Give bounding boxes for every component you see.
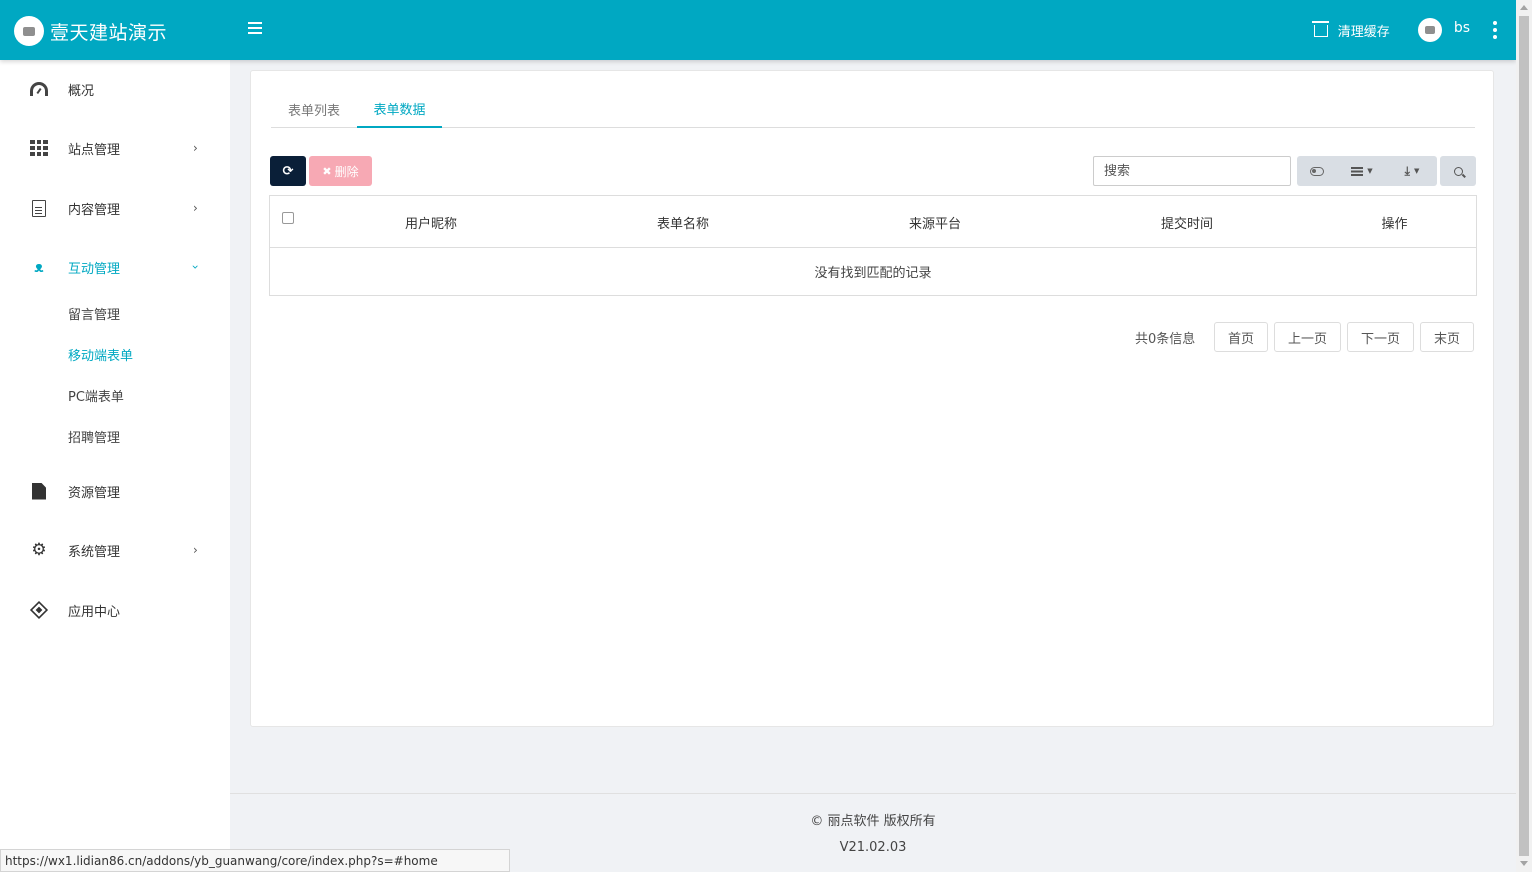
copyright: © 丽点软件 版权所有: [810, 814, 936, 829]
clear-cache-button[interactable]: 清理缓存: [1311, 21, 1390, 40]
status-url: https://wx1.lidian86.cn/addons/yb_guanwa…: [0, 849, 510, 872]
sidebar-item-site[interactable]: 站点管理 ›: [0, 128, 230, 168]
sidebar-item-apps[interactable]: 应用中心: [0, 590, 230, 630]
handshake-icon: ᴥ: [34, 258, 44, 276]
scroll-thumb[interactable]: [1519, 16, 1529, 856]
chevron-right-icon: ›: [193, 543, 198, 557]
last-page-button[interactable]: 末页: [1420, 322, 1474, 352]
sidebar-item-system[interactable]: ⚙ 系统管理 ›: [0, 530, 230, 570]
basket-icon: [1311, 21, 1329, 37]
next-page-button[interactable]: 下一页: [1347, 322, 1414, 352]
gear-icon: ⚙: [31, 539, 47, 560]
sidebar-item-resources[interactable]: 资源管理: [0, 471, 230, 511]
file-icon: [30, 482, 48, 500]
delete-button[interactable]: ✖ 删除: [309, 156, 372, 186]
first-page-button[interactable]: 首页: [1214, 322, 1268, 352]
search-input[interactable]: [1093, 156, 1291, 186]
export-dropdown-button[interactable]: ⤓ ▼: [1387, 156, 1437, 186]
sidebar-subitem-pc-form[interactable]: PC端表单: [68, 384, 124, 406]
brand[interactable]: 壹天建站演示: [14, 16, 167, 46]
column-header[interactable]: 用户昵称: [305, 196, 557, 248]
refresh-icon: ⟳: [282, 163, 294, 179]
close-icon: ✖: [322, 164, 332, 178]
total-count: 共0条信息: [1135, 331, 1196, 347]
chevron-down-icon: ›: [188, 264, 203, 270]
refresh-button[interactable]: ⟳: [270, 156, 306, 186]
brand-logo: [14, 16, 44, 46]
scroll-up-icon[interactable]: [1520, 5, 1528, 10]
data-table: 用户昵称 表单名称 来源平台 提交时间 操作 没有找到匹配的记录: [269, 195, 1477, 296]
column-header[interactable]: 表单名称: [557, 196, 809, 248]
caret-down-icon: ▼: [1413, 167, 1420, 175]
sidebar-item-interaction[interactable]: ᴥ 互动管理 ›: [0, 247, 230, 287]
cube-icon: [29, 600, 49, 620]
tab-form-list[interactable]: 表单列表: [271, 91, 357, 128]
sidebar-item-overview[interactable]: 概况: [0, 69, 230, 109]
columns-dropdown-button[interactable]: ▼: [1337, 156, 1387, 186]
select-all-checkbox[interactable]: [282, 212, 294, 224]
download-icon: ⤓: [1404, 163, 1410, 178]
tab-form-data[interactable]: 表单数据: [357, 91, 442, 128]
sidebar-item-label: 概况: [68, 83, 95, 99]
search-icon: [1453, 166, 1463, 176]
user-name[interactable]: bs: [1454, 20, 1470, 36]
delete-label: 删除: [334, 164, 359, 179]
top-header: 壹天建站演示 清理缓存 bs: [0, 0, 1516, 60]
caret-down-icon: ▼: [1367, 167, 1373, 175]
grid-icon: [30, 139, 48, 157]
toggle-view-button[interactable]: [1297, 156, 1337, 186]
table-tools: ▼ ⤓ ▼: [1297, 156, 1437, 186]
toggle-icon: [1310, 166, 1324, 176]
chevron-right-icon: ›: [193, 141, 198, 155]
main-card: 表单列表 表单数据 ⟳ ✖ 删除 ▼ ⤓▼ 用户昵称 表单名称 来源平台 提交时…: [250, 70, 1494, 727]
prev-page-button[interactable]: 上一页: [1274, 322, 1341, 352]
chevron-right-icon: ›: [193, 201, 198, 215]
clear-cache-label: 清理缓存: [1337, 24, 1390, 40]
document-icon: [30, 199, 48, 217]
column-header: 操作: [1381, 216, 1408, 232]
sidebar-item-label: 互动管理: [68, 261, 121, 277]
column-header[interactable]: 来源平台: [809, 196, 1061, 248]
scroll-down-icon[interactable]: [1520, 861, 1528, 866]
sidebar-subitem-messages[interactable]: 留言管理: [68, 302, 120, 324]
vertical-scrollbar[interactable]: [1516, 0, 1532, 872]
table-header: 用户昵称 表单名称 来源平台 提交时间 操作: [270, 196, 1476, 248]
search-button[interactable]: [1440, 156, 1476, 186]
column-header[interactable]: 提交时间: [1061, 196, 1313, 248]
list-icon: [1351, 166, 1364, 176]
sidebar-item-label: 应用中心: [68, 604, 121, 620]
more-vertical-icon[interactable]: [1482, 15, 1508, 45]
sidebar: 概况 站点管理 › 内容管理 › ᴥ 互动管理 › 留言管理 移动端表单 PC端…: [0, 60, 230, 872]
empty-message: 没有找到匹配的记录: [814, 266, 932, 281]
brand-title: 壹天建站演示: [50, 21, 168, 44]
avatar[interactable]: [1417, 18, 1442, 42]
sidebar-item-label: 站点管理: [68, 142, 121, 158]
sidebar-subitem-mobile-form[interactable]: 移动端表单: [68, 343, 133, 365]
sidebar-item-label: 内容管理: [68, 202, 121, 218]
menu-toggle-icon[interactable]: [248, 22, 262, 38]
sidebar-item-content[interactable]: 内容管理 ›: [0, 188, 230, 228]
dashboard-icon: [30, 80, 48, 98]
sidebar-item-label: 系统管理: [68, 544, 121, 560]
tab-bar: 表单列表 表单数据: [271, 91, 1475, 128]
sidebar-subitem-recruit[interactable]: 招聘管理: [68, 425, 120, 447]
sidebar-item-label: 资源管理: [68, 485, 121, 501]
